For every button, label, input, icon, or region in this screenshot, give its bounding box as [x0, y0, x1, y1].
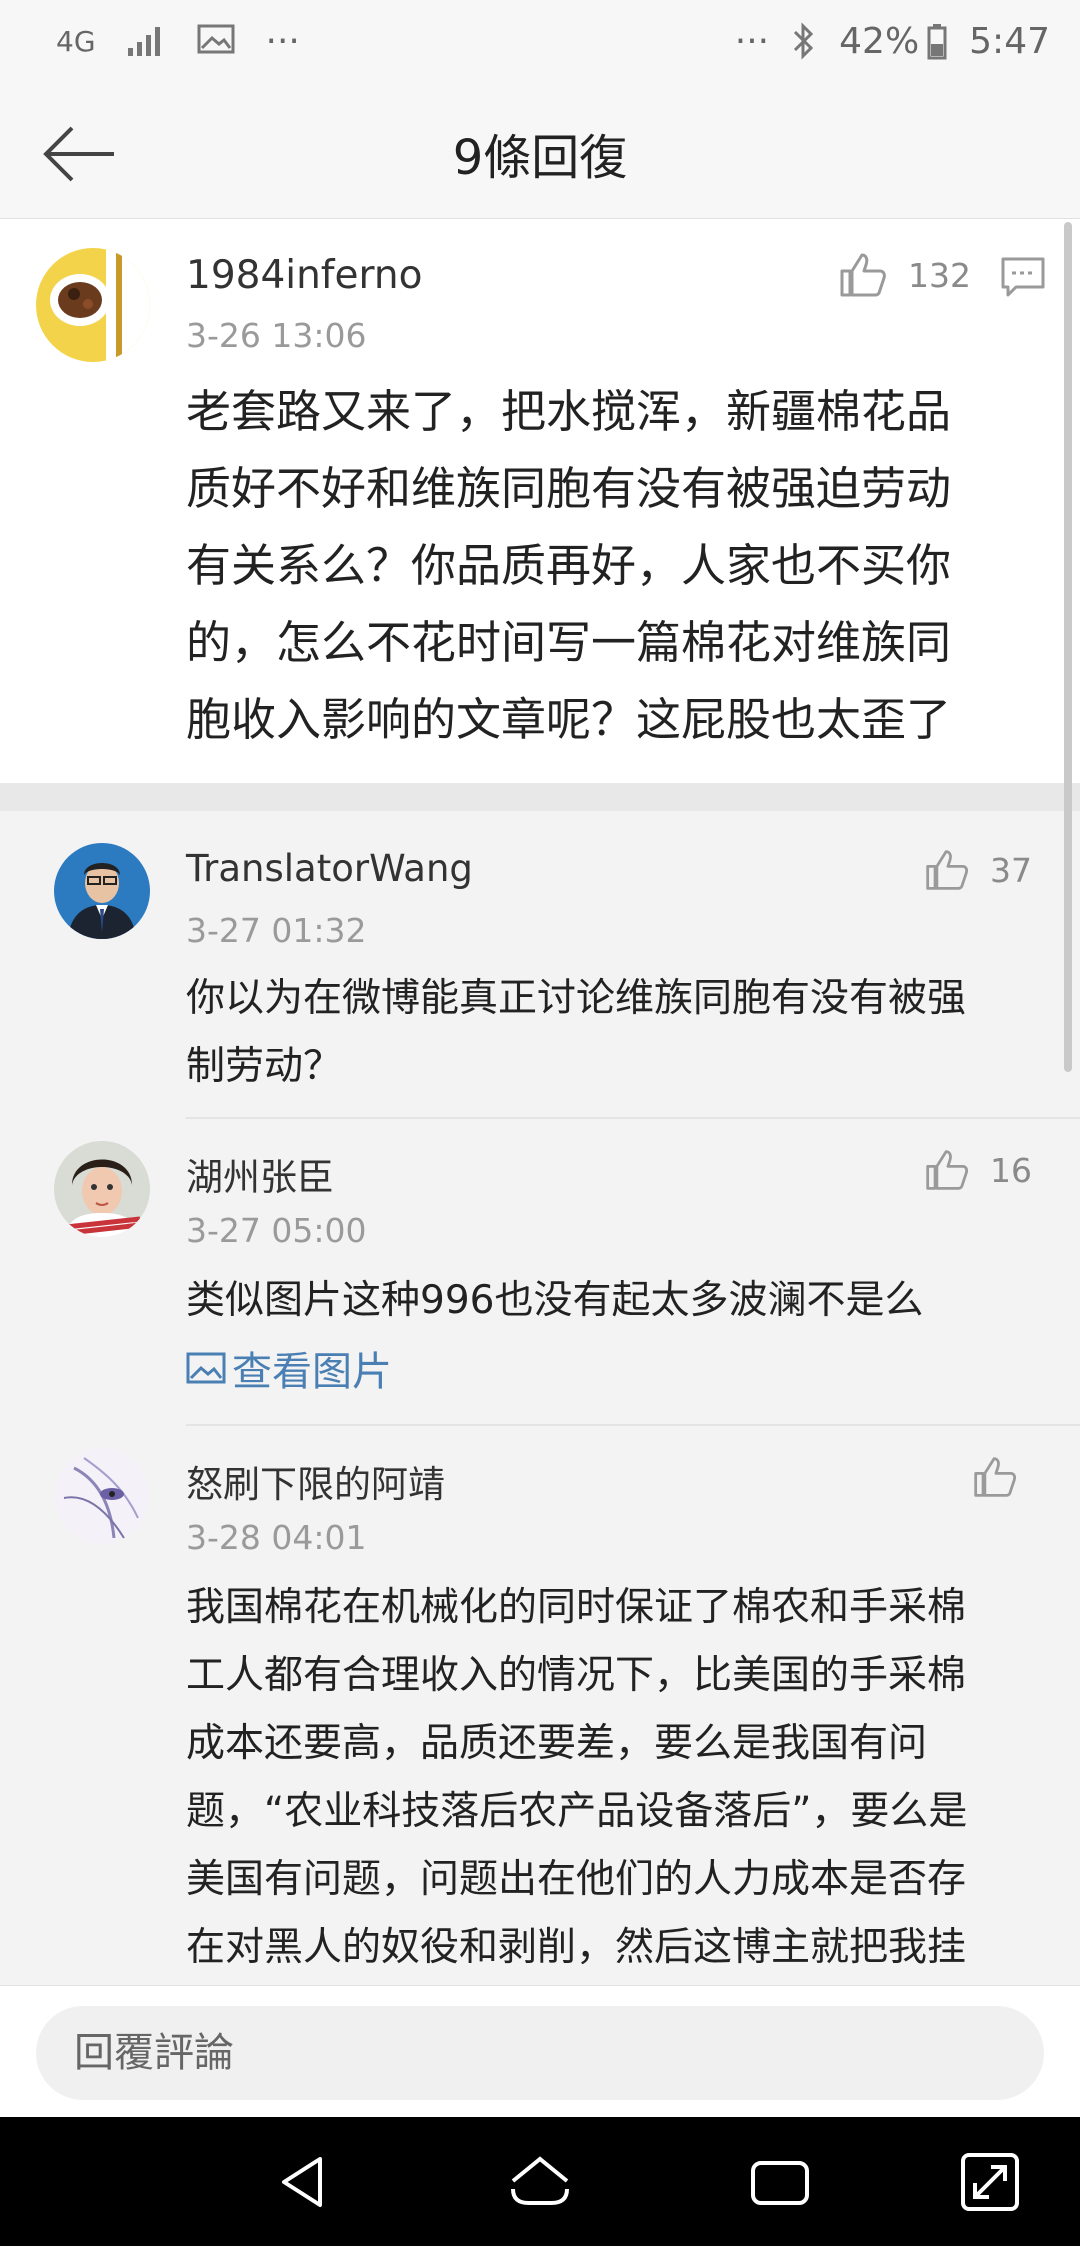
reply-line: 制劳动？: [186, 1044, 343, 1089]
timestamp: 3-27 05:00: [186, 1211, 367, 1250]
view-image-link[interactable]: 查看图片: [186, 1339, 392, 1397]
reply-input[interactable]: [36, 2006, 1044, 2100]
recent-apps-icon: [751, 2161, 809, 2205]
avatar[interactable]: [54, 843, 150, 939]
timestamp: 3-28 04:01: [186, 1518, 367, 1557]
reply-line: 成本还要高，品质还要差，要么是我国有问: [186, 1721, 928, 1766]
username[interactable]: 1984inferno: [186, 253, 422, 298]
status-bar: 4G ··· ··· 42% 5:47: [0, 0, 1080, 92]
reply-text: 我国棉花在机械化的同时保证了棉农和手采棉 工人都有合理收入的情况下，比美国的手采…: [186, 1574, 1056, 1982]
reply-line: 工人都有合理收入的情况下，比美国的手采棉: [186, 1653, 967, 1698]
triangle-back-icon: [282, 2157, 322, 2207]
signal-icon: [126, 22, 166, 62]
reply-list: TranslatorWang 3-27 01:32 37 你以为在微博能真正讨论…: [0, 811, 1080, 1985]
reply-line: 美国有问题，问题出在他们的人力成本是否存: [186, 1857, 967, 1902]
avatar[interactable]: [54, 1448, 150, 1544]
reply-text: 你以为在微博能真正讨论维族同胞有没有被强 制劳动？: [186, 965, 1046, 1101]
battery-icon: [927, 22, 947, 62]
comment-text: 老套路又来了，把水搅浑，新疆棉花品 质好不好和维族同胞有没有被强迫劳动 有关系么…: [186, 373, 1046, 758]
view-image-label: 查看图片: [232, 1349, 392, 1395]
system-nav-bar: [0, 2117, 1080, 2246]
comment-line: 质好不好和维族同胞有没有被强迫劳动: [186, 462, 952, 515]
username[interactable]: TranslatorWang: [186, 847, 473, 890]
like-button[interactable]: 132: [838, 251, 971, 299]
reply-line: 我国棉花在机械化的同时保证了棉农和手采棉: [186, 1585, 967, 1630]
clock: 5:47: [969, 21, 1050, 62]
reply-bar: [0, 1985, 1080, 2118]
reply-line: 类似图片这种996也没有起太多波澜不是么: [186, 1278, 924, 1323]
thumbs-up-icon: [926, 1150, 969, 1190]
reply-item: 怒刷下限的阿靖 3-28 04:01 我国棉花在机械化的同时保证了棉农和手采棉 …: [0, 1426, 1080, 1986]
page-title: 9條回復: [452, 130, 628, 186]
main-comment: 1984inferno 3-26 13:06 132 老套路又来了，把水搅浑，新…: [0, 219, 1080, 783]
avatar[interactable]: [54, 1141, 150, 1237]
network-type-icon: 4G: [56, 25, 96, 58]
reply-line: 在对黑人的奴役和剥削，然后这博主就把我挂: [186, 1925, 967, 1970]
image-notification-icon: [196, 22, 236, 62]
like-count: 37: [990, 850, 1032, 890]
header: 9條回復: [0, 92, 1080, 219]
nav-home-button[interactable]: [505, 2147, 575, 2217]
like-button[interactable]: 16: [924, 1147, 1032, 1193]
section-separator: [0, 783, 1080, 811]
username[interactable]: 湖州张臣: [186, 1147, 334, 1201]
thumbs-up-icon: [974, 1457, 1017, 1497]
reply-text: 类似图片这种996也没有起太多波澜不是么: [186, 1267, 1046, 1335]
more-notifications-icon: ···: [265, 21, 300, 62]
reply-item: TranslatorWang 3-27 01:32 37 你以为在微博能真正讨论…: [0, 811, 1080, 1119]
battery-percent: 42%: [839, 21, 920, 62]
expand-icon: [961, 2153, 1019, 2211]
timestamp: 3-26 13:06: [186, 316, 367, 355]
comment-line: 胞收入影响的文章呢？这屁股也太歪了: [186, 693, 952, 746]
nav-back-button[interactable]: [270, 2147, 340, 2217]
like-button[interactable]: 37: [924, 847, 1032, 893]
thumbs-up-icon: [926, 850, 969, 890]
comment-line: 有关系么？你品质再好，人家也不买你: [186, 539, 952, 592]
avatar[interactable]: [36, 248, 150, 362]
comment-line: 老套路又来了，把水搅浑，新疆棉花品: [186, 385, 952, 438]
reply-line: 题，“农业科技落后农产品设备落后”，要么是: [186, 1789, 968, 1834]
like-count: 132: [908, 255, 971, 295]
username[interactable]: 怒刷下限的阿靖: [186, 1454, 445, 1508]
comment-line: 的，怎么不花时间写一篇棉花对维族同: [186, 616, 952, 669]
thumbs-up-icon: [840, 253, 886, 297]
bluetooth-icon: [791, 22, 817, 62]
timestamp: 3-27 01:32: [186, 911, 367, 950]
more-status-icon: ···: [734, 21, 770, 62]
comment-icon: [1001, 257, 1045, 297]
nav-expand-button[interactable]: [955, 2147, 1025, 2217]
home-icon: [511, 2156, 569, 2205]
scrollbar[interactable]: [1064, 222, 1072, 1072]
reply-line: 你以为在微博能真正讨论维族同胞有没有被强: [186, 976, 967, 1021]
nav-recents-button[interactable]: [745, 2147, 815, 2217]
reply-item: 湖州张臣 3-27 05:00 16 类似图片这种996也没有起太多波澜不是么 …: [0, 1119, 1080, 1426]
image-icon: [186, 1352, 226, 1384]
like-button[interactable]: [972, 1454, 1038, 1500]
reply-button[interactable]: [1000, 255, 1046, 299]
like-count: 16: [990, 1150, 1032, 1190]
